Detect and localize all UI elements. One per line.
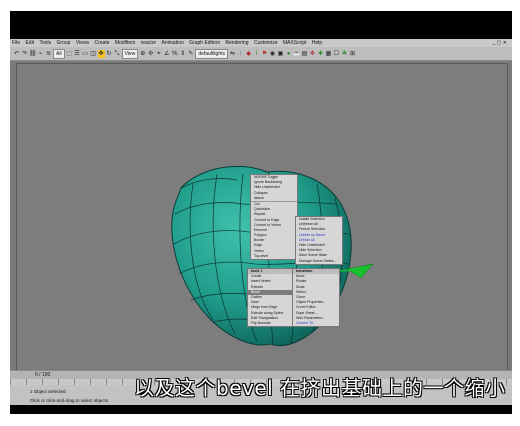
menu-help[interactable]: Help xyxy=(310,39,324,47)
mirror-icon[interactable]: ⇋ xyxy=(229,50,236,58)
link-icon[interactable]: ⛓ xyxy=(29,50,37,58)
quad-menu-item[interactable]: Manage Scene States... xyxy=(296,259,342,264)
menu-file[interactable]: File xyxy=(10,39,22,47)
pivot-icon[interactable]: ⊕ xyxy=(139,50,146,58)
select-manipulate-icon[interactable]: ✣ xyxy=(147,50,154,58)
quad-menu-bottom-right: transform Move Rotate Scale Select Clone… xyxy=(292,268,340,328)
menu-maxscript[interactable]: MAXScript xyxy=(281,39,309,47)
undo-icon[interactable]: ↶ xyxy=(13,50,20,58)
quad-menu-top-right: Isolate Selection Unfreeze All Freeze Se… xyxy=(295,216,343,265)
select-by-name-icon[interactable]: ☰ xyxy=(74,50,81,58)
render-last-icon[interactable]: ✚ xyxy=(317,50,324,58)
prompt-line: Click or click-and-drag to select object… xyxy=(30,398,109,403)
redo-icon[interactable]: ↷ xyxy=(21,50,28,58)
menu-create[interactable]: Create xyxy=(92,39,111,47)
quad-menu-top-left: NURMS Toggle Ignore Backfacing Hide Unse… xyxy=(250,174,298,260)
move-icon[interactable]: ✥ xyxy=(97,49,105,58)
curve-editor-icon[interactable]: ⌇ xyxy=(253,50,260,58)
named-selection-dropdown[interactable]: defaultlights xyxy=(195,48,228,59)
snap-icon[interactable]: ⌖ xyxy=(155,50,162,58)
video-subtitle: 以及这个bevel 在挤出基础上的一个缩小 xyxy=(134,376,506,400)
menu-edit[interactable]: Edit xyxy=(23,39,36,47)
environment-icon[interactable]: ☐ xyxy=(333,50,340,58)
scale-icon[interactable]: ⤡ xyxy=(114,50,121,58)
spinner-snap-icon[interactable]: ⇕ xyxy=(179,50,186,58)
menu-modifiers[interactable]: Modifiers xyxy=(113,39,137,47)
edit-named-selection-icon[interactable]: ✎ xyxy=(187,50,194,58)
effects-icon[interactable]: ☘ xyxy=(341,50,348,58)
menu-tools[interactable]: Tools xyxy=(37,39,53,47)
quad-menu-item[interactable]: Convert To: xyxy=(293,321,339,326)
unlink-icon[interactable]: ⌁ xyxy=(37,50,44,58)
window-controls[interactable]: _ ▢ ✕ xyxy=(491,39,509,47)
window-crossing-icon[interactable]: ◫ xyxy=(90,50,97,58)
video-post-icon[interactable]: ⊞ xyxy=(349,50,356,58)
render-production-icon[interactable]: ❖ xyxy=(309,50,316,58)
rotate-icon[interactable]: ↻ xyxy=(106,50,113,58)
quad-menu-item[interactable]: Flip Normals xyxy=(248,321,294,326)
video-frame: File Edit Tools Group Views Create Modif… xyxy=(10,11,512,414)
active-shade-icon[interactable]: ▦ xyxy=(325,50,332,58)
quad-menu-bottom-left: tools 1 Create Insert Vertex Extrude Bev… xyxy=(247,268,295,328)
menu-views[interactable]: Views xyxy=(74,39,91,47)
angle-snap-icon[interactable]: ∠ xyxy=(163,50,170,58)
select-object-icon[interactable]: ⬚ xyxy=(66,50,73,58)
main-toolbar: ↶ ↷ ⛓ ⌁ ≋ All ⬚ ☰ ▭ ◫ ✥ ↻ ⤡ View ⊕ ✣ ⌖ ∠… xyxy=(10,47,512,61)
render-setup-icon[interactable]: ▣ xyxy=(277,50,284,58)
menu-bar: File Edit Tools Group Views Create Modif… xyxy=(10,39,512,47)
schematic-view-icon[interactable]: ⚑ xyxy=(261,50,268,58)
quick-render-icon[interactable]: ☕ xyxy=(293,50,300,58)
bind-icon[interactable]: ≋ xyxy=(45,50,52,58)
menu-rendering[interactable]: Rendering xyxy=(223,39,250,47)
render-frame-icon[interactable]: ● xyxy=(285,50,292,58)
menu-customize[interactable]: Customize xyxy=(252,39,280,47)
render-type-icon[interactable]: ▤ xyxy=(301,50,308,58)
region-select-icon[interactable]: ▭ xyxy=(82,50,89,58)
selection-status: 1 Object Selected xyxy=(30,389,66,394)
perspective-viewport[interactable]: NURMS Toggle Ignore Backfacing Hide Unse… xyxy=(16,63,508,371)
menu-group[interactable]: Group xyxy=(55,39,73,47)
menu-reactor[interactable]: reactor xyxy=(139,39,159,47)
quad-menu-item[interactable]: Top-level xyxy=(251,254,297,259)
layer-manager-icon[interactable]: ◆ xyxy=(245,50,252,58)
percent-snap-icon[interactable]: % xyxy=(171,50,178,58)
selection-filter-dropdown[interactable]: All xyxy=(53,48,65,59)
reference-coord-dropdown[interactable]: View xyxy=(121,48,139,59)
max-application-window: File Edit Tools Group Views Create Modif… xyxy=(10,39,512,405)
menu-graph-editors[interactable]: Graph Editors xyxy=(187,39,222,47)
align-icon[interactable]: ⫶ xyxy=(237,50,244,58)
material-editor-icon[interactable]: ◉ xyxy=(269,50,276,58)
menu-animation[interactable]: Animation xyxy=(160,39,186,47)
